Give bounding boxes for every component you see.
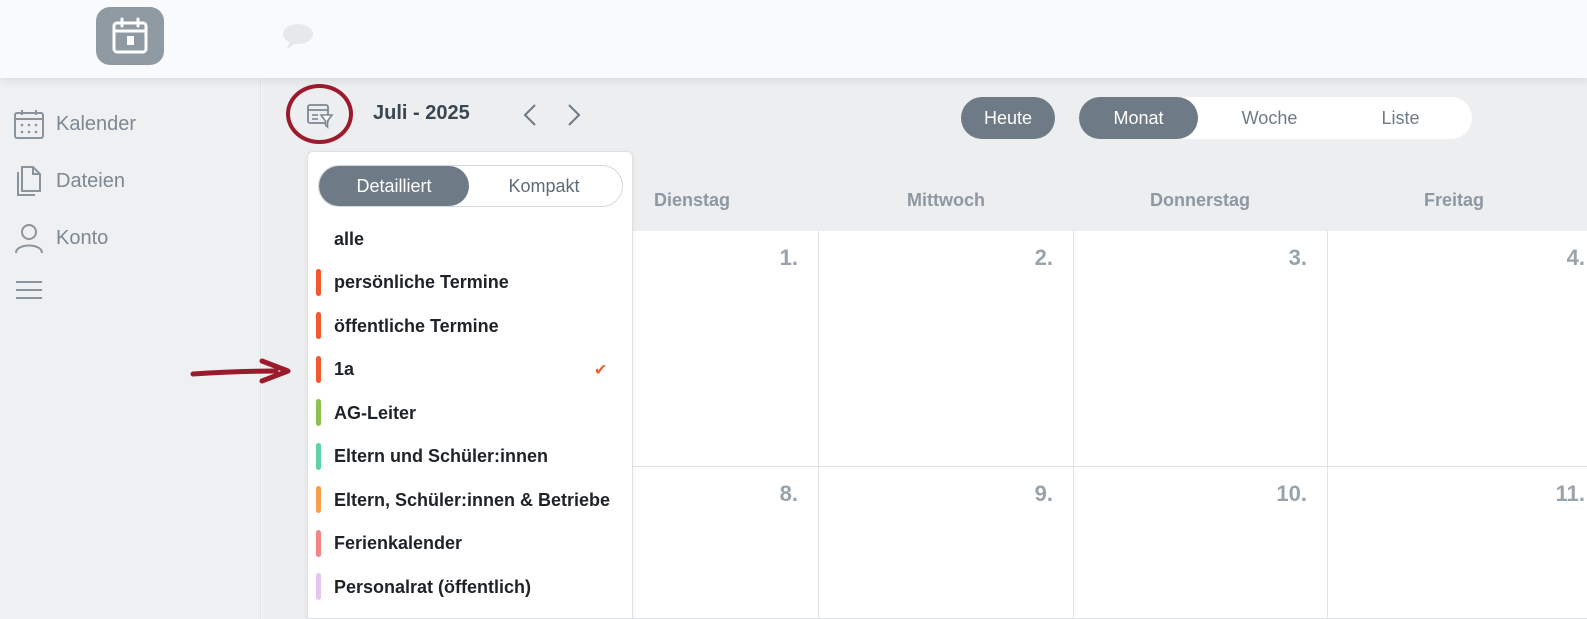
day-cell[interactable]: 10. (1074, 467, 1328, 619)
filter-option-label: 1a (334, 359, 355, 379)
day-cell[interactable]: 11. (1328, 467, 1587, 619)
filter-option[interactable]: 1a ✔ (308, 352, 634, 388)
day-cell[interactable]: 4. (1328, 231, 1587, 467)
today-button[interactable]: Heute (961, 97, 1055, 139)
sidebar (0, 78, 261, 619)
sidebar-item-kalender[interactable]: Kalender (12, 106, 136, 142)
mode-compact-button[interactable]: Kompakt (469, 166, 619, 206)
day-cell[interactable]: 2. (819, 231, 1074, 467)
calendar-color-bar (316, 312, 321, 339)
filter-option-label: persönliche Termine (334, 272, 509, 292)
sidebar-item-label: Kalender (56, 112, 137, 135)
day-number: 2. (1034, 245, 1053, 270)
month-grid: 1. 2. 3. 4. 8. 9. 10. 11. (565, 231, 1587, 619)
day-number: 1. (779, 245, 798, 270)
filter-option-label: alle (334, 228, 365, 249)
day-number: 9. (1034, 481, 1053, 506)
calendar-color-bar (316, 486, 321, 513)
filter-option[interactable]: öffentliche Termine (308, 308, 634, 344)
calendar-color-bar (316, 529, 321, 557)
user-icon (12, 221, 46, 255)
annotation-circle (286, 84, 353, 144)
day-number: 3. (1288, 245, 1307, 270)
display-mode-toggle: Detailliert Kompakt (318, 165, 623, 207)
day-number: 10. (1276, 481, 1307, 506)
filter-option-label: Personalrat (öffentlich) (334, 576, 532, 597)
day-number: 4. (1566, 245, 1585, 270)
view-switcher: Monat Woche Liste (1079, 97, 1472, 139)
calendar-app-icon[interactable] (96, 7, 164, 65)
day-cell[interactable]: 3. (1074, 231, 1328, 467)
day-header: Mittwoch (907, 190, 985, 210)
filter-option-label: Eltern und Schüler:innen (334, 446, 549, 466)
month-title: Juli - 2025 (373, 102, 470, 124)
calendar-color-bar (316, 573, 321, 600)
day-number: 8. (779, 481, 798, 506)
filter-option-label: Ferienkalender (334, 533, 463, 553)
calendar-icon (12, 107, 46, 141)
hamburger-menu-icon[interactable] (12, 272, 56, 308)
day-number: 11. (1555, 481, 1585, 506)
filter-option[interactable]: Eltern und Schüler:innen (308, 439, 634, 475)
filter-option[interactable]: Eltern, Schüler:innen & Betriebe (308, 482, 634, 518)
calendar-icon (112, 17, 148, 54)
top-bar (0, 0, 1587, 78)
prev-month-button[interactable] (518, 101, 542, 129)
sidebar-item-label: Konto (56, 226, 109, 249)
view-list-button[interactable]: Liste (1341, 97, 1460, 139)
view-week-button[interactable]: Woche (1210, 97, 1329, 139)
filter-option-label: öffentliche Termine (334, 315, 499, 336)
filter-option[interactable]: alle (308, 221, 634, 257)
calendar-color-bar (316, 399, 321, 426)
filter-option[interactable]: Ferienkalender (308, 526, 634, 562)
chat-bubble-icon[interactable] (282, 22, 316, 55)
sidebar-item-konto[interactable]: Konto (12, 220, 108, 256)
sidebar-item-label: Dateien (56, 169, 125, 192)
chevron-right-icon (568, 104, 581, 126)
filter-option-label: AG-Leiter (334, 402, 417, 423)
checkmark-icon: ✔ (594, 361, 608, 379)
filter-option-label: Eltern, Schüler:innen & Betriebe (334, 489, 611, 510)
filter-option[interactable]: persönliche Termine (308, 265, 634, 301)
calendar-color-bar (316, 355, 321, 383)
sidebar-item-dateien[interactable]: Dateien (12, 163, 125, 199)
day-cell[interactable]: 9. (819, 467, 1074, 619)
next-month-button[interactable] (562, 101, 586, 129)
file-icon (12, 164, 46, 198)
chevron-left-icon (523, 104, 536, 126)
calendar-filter-dropdown: Detailliert Kompakt alle persönliche Term… (307, 151, 633, 619)
view-month-button[interactable]: Monat (1079, 97, 1198, 139)
filter-option[interactable]: Personalrat (öffentlich) (308, 569, 634, 605)
calendar-color-bar (316, 442, 321, 470)
day-header: Donnerstag (1149, 190, 1250, 210)
mode-detailed-button[interactable]: Detailliert (319, 166, 469, 206)
calendar-color-bar (316, 268, 321, 296)
annotation-arrow (190, 358, 291, 384)
day-header: Freitag (1423, 190, 1484, 210)
filter-option[interactable]: AG-Leiter (308, 395, 634, 431)
